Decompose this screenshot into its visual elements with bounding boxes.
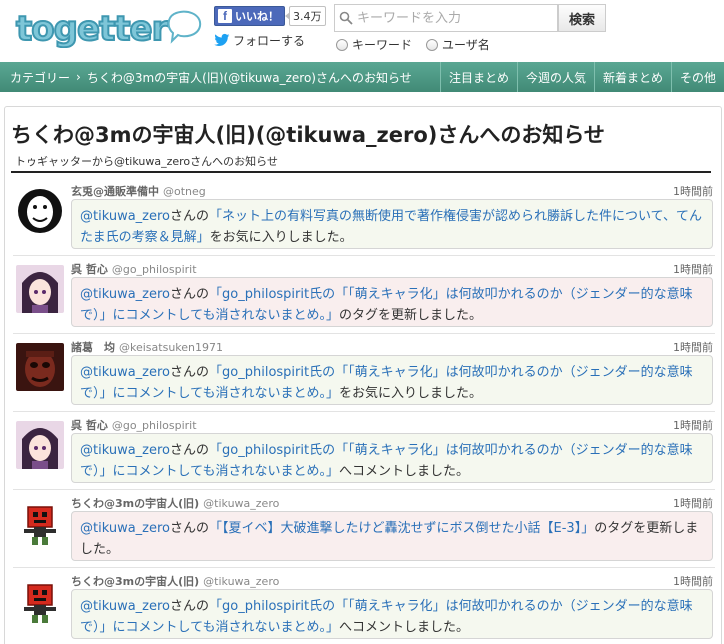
message-text: さんの: [170, 365, 210, 380]
radio-user-circle[interactable]: [426, 38, 439, 51]
user-name[interactable]: ちくわ@3mの宇宙人(旧): [71, 497, 199, 510]
user-id[interactable]: @keisatsuken1971: [119, 341, 223, 354]
user-line: ちくわ@3mの宇宙人(旧) @tikuwa_zero: [71, 573, 279, 589]
nav-item-new[interactable]: 新着まとめ: [593, 62, 671, 92]
search-box: [334, 4, 558, 32]
avatar[interactable]: [16, 343, 64, 391]
breadcrumb-category[interactable]: カテゴリー: [10, 69, 70, 86]
avatar[interactable]: [16, 577, 64, 625]
nav-item-other[interactable]: その他: [670, 62, 724, 92]
matome-link[interactable]: 「【夏イベ】大破進撃したけど轟沈せずにボス倒せた小話【E-3】」: [209, 521, 594, 536]
radio-keyword-label: キーワード: [352, 38, 413, 52]
follow-label: フォローする: [233, 33, 306, 48]
facebook-like-button[interactable]: f いいね！: [214, 6, 285, 26]
message-text: さんの: [170, 209, 210, 224]
timestamp: 1時間前: [673, 575, 713, 588]
target-user-link[interactable]: @tikuwa_zero: [80, 443, 170, 458]
nav-items: 注目まとめ 今週の人気 新着まとめ その他: [439, 62, 724, 92]
list-item: ちくわ@3mの宇宙人(旧) @tikuwa_zero 1時間前 @tikuwa_z…: [13, 491, 715, 568]
message-text: さんの: [170, 443, 210, 458]
message-text: さんの: [170, 599, 210, 614]
radio-keyword[interactable]: キーワード: [336, 36, 412, 53]
timestamp: 1時間前: [673, 419, 713, 432]
radio-user[interactable]: ユーザ名: [426, 36, 490, 53]
search-button[interactable]: 検索: [558, 4, 606, 32]
nav-bar: カテゴリー › ちくわ@3mの宇宙人(旧)(@tikuwa_zero)さんへのお…: [0, 62, 724, 92]
breadcrumb-separator: ›: [76, 70, 81, 84]
message-text: さんの: [170, 287, 210, 302]
target-user-link[interactable]: @tikuwa_zero: [80, 521, 170, 536]
list-item: 諸葛 均 @keisatsuken1971 1時間前 @tikuwa_zeroさん…: [13, 335, 715, 412]
facebook-like-count: 3.4万: [285, 6, 326, 26]
search-type-radios: キーワード ユーザ名: [336, 36, 490, 53]
timestamp: 1時間前: [673, 185, 713, 198]
message-text: のタグを更新しました。: [338, 308, 482, 323]
avatar[interactable]: [16, 421, 64, 469]
radio-keyword-circle[interactable]: [336, 38, 348, 51]
notification-message: @tikuwa_zeroさんの「go_philospirit氏の「「萌えキャラ化…: [71, 433, 713, 483]
title-divider: [11, 171, 711, 173]
facebook-like-label: いいね！: [235, 10, 279, 23]
avatar[interactable]: [16, 187, 64, 235]
target-user-link[interactable]: @tikuwa_zero: [80, 209, 170, 224]
avatar[interactable]: [16, 499, 64, 547]
user-line: 玄兎@通販準備中 @otneg: [71, 183, 206, 199]
message-text: をお気に入りしました。: [338, 386, 482, 401]
togetter-logo[interactable]: togetter: [14, 6, 204, 48]
notification-message: @tikuwa_zeroさんの「ネット上の有料写真の無断使用で著作権侵害が認めら…: [71, 199, 713, 249]
user-name[interactable]: 呉 哲心: [71, 419, 108, 432]
message-text: へコメントしました。: [338, 620, 469, 635]
notification-message: @tikuwa_zeroさんの「go_philospirit氏の「「萌えキャラ化…: [71, 277, 713, 327]
list-item: 呉 哲心 @go_philospirit 1時間前 @tikuwa_zeroさんの…: [13, 257, 715, 334]
twitter-follow-button[interactable]: フォローする: [214, 30, 306, 50]
user-line: 呉 哲心 @go_philospirit: [71, 261, 197, 277]
breadcrumb-current[interactable]: ちくわ@3mの宇宙人(旧)(@tikuwa_zero)さんへのお知らせ: [87, 69, 412, 86]
nav-item-weekly-popular[interactable]: 今週の人気: [516, 62, 594, 92]
site-header: togetter f いいね！ 3.4万 フォローする 検索 キーワード ユーザ…: [0, 0, 724, 62]
twitter-bird-icon: [214, 33, 230, 46]
user-id[interactable]: @go_philospirit: [112, 419, 197, 432]
user-name[interactable]: 玄兎@通販準備中: [71, 185, 159, 198]
user-name[interactable]: 諸葛 均: [71, 341, 115, 354]
user-id[interactable]: @go_philospirit: [112, 263, 197, 276]
target-user-link[interactable]: @tikuwa_zero: [80, 287, 170, 302]
search-icon: [335, 5, 357, 31]
search-input[interactable]: [357, 6, 557, 30]
page-subtitle: トゥギャッターから@tikuwa_zeroさんへのお知らせ: [15, 155, 278, 168]
timestamp: 1時間前: [673, 497, 713, 510]
user-line: 呉 哲心 @go_philospirit: [71, 417, 197, 433]
user-line: 諸葛 均 @keisatsuken1971: [71, 339, 223, 355]
message-text: さんの: [170, 521, 210, 536]
notification-message: @tikuwa_zeroさんの「go_philospirit氏の「「萌えキャラ化…: [71, 589, 713, 639]
user-line: ちくわ@3mの宇宙人(旧) @tikuwa_zero: [71, 495, 279, 511]
list-item: 呉 哲心 @go_philospirit 1時間前 @tikuwa_zeroさんの…: [13, 413, 715, 490]
notification-message: @tikuwa_zeroさんの「【夏イベ】大破進撃したけど轟沈せずにボス倒せた小…: [71, 511, 713, 561]
user-name[interactable]: ちくわ@3mの宇宙人(旧): [71, 575, 199, 588]
list-item: 玄兎@通販準備中 @otneg 1時間前 @tikuwa_zeroさんの「ネット上…: [13, 179, 715, 256]
target-user-link[interactable]: @tikuwa_zero: [80, 599, 170, 614]
svg-text:togetter: togetter: [16, 9, 169, 48]
nav-item-featured[interactable]: 注目まとめ: [439, 62, 517, 92]
facebook-icon: f: [218, 9, 232, 23]
message-text: へコメントしました。: [338, 464, 469, 479]
timestamp: 1時間前: [673, 341, 713, 354]
user-name[interactable]: 呉 哲心: [71, 263, 108, 276]
notification-feed: 玄兎@通販準備中 @otneg 1時間前 @tikuwa_zeroさんの「ネット上…: [13, 179, 715, 644]
message-text: をお気に入りしました。: [209, 230, 353, 245]
page-title: ちくわ@3mの宇宙人(旧)(@tikuwa_zero)さんへのお知らせ: [11, 123, 605, 147]
facebook-like-widget: f いいね！ 3.4万: [214, 6, 326, 26]
avatar[interactable]: [16, 265, 64, 313]
target-user-link[interactable]: @tikuwa_zero: [80, 365, 170, 380]
breadcrumb: カテゴリー › ちくわ@3mの宇宙人(旧)(@tikuwa_zero)さんへのお…: [0, 62, 412, 92]
radio-user-label: ユーザ名: [442, 38, 490, 52]
notification-message: @tikuwa_zeroさんの「go_philospirit氏の「「萌えキャラ化…: [71, 355, 713, 405]
user-id[interactable]: @otneg: [163, 185, 206, 198]
notification-panel: ちくわ@3mの宇宙人(旧)(@tikuwa_zero)さんへのお知らせ トゥギャ…: [4, 106, 722, 644]
timestamp: 1時間前: [673, 263, 713, 276]
list-item: ちくわ@3mの宇宙人(旧) @tikuwa_zero 1時間前 @tikuwa_z…: [13, 569, 715, 644]
user-id[interactable]: @tikuwa_zero: [203, 497, 279, 510]
user-id[interactable]: @tikuwa_zero: [203, 575, 279, 588]
